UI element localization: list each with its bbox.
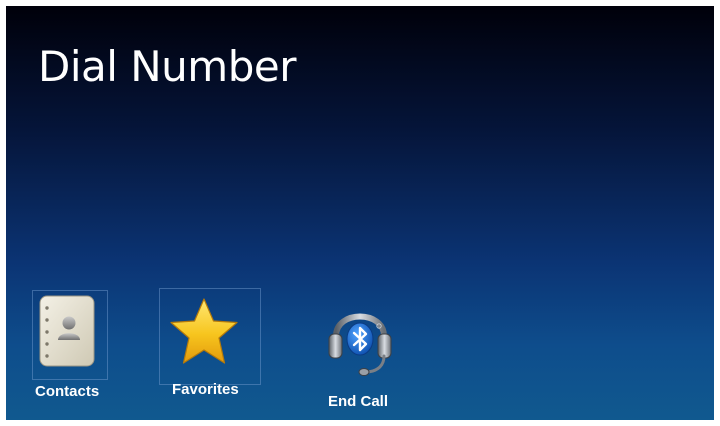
favorites-button[interactable]: Favorites xyxy=(159,288,261,408)
page-title: Dial Number xyxy=(38,42,296,91)
contacts-book-icon xyxy=(39,295,95,367)
contacts-button[interactable]: Contacts xyxy=(32,290,112,410)
contacts-label: Contacts xyxy=(35,383,100,400)
end-call-button[interactable]: End Call xyxy=(324,298,404,418)
dial-number-screen: Dial Number Contacts Favorites End Call xyxy=(6,6,714,420)
favorites-label: Favorites xyxy=(172,381,239,398)
end-call-label: End Call xyxy=(328,393,389,410)
bluetooth-headset-icon xyxy=(328,313,392,376)
star-icon xyxy=(170,298,238,364)
